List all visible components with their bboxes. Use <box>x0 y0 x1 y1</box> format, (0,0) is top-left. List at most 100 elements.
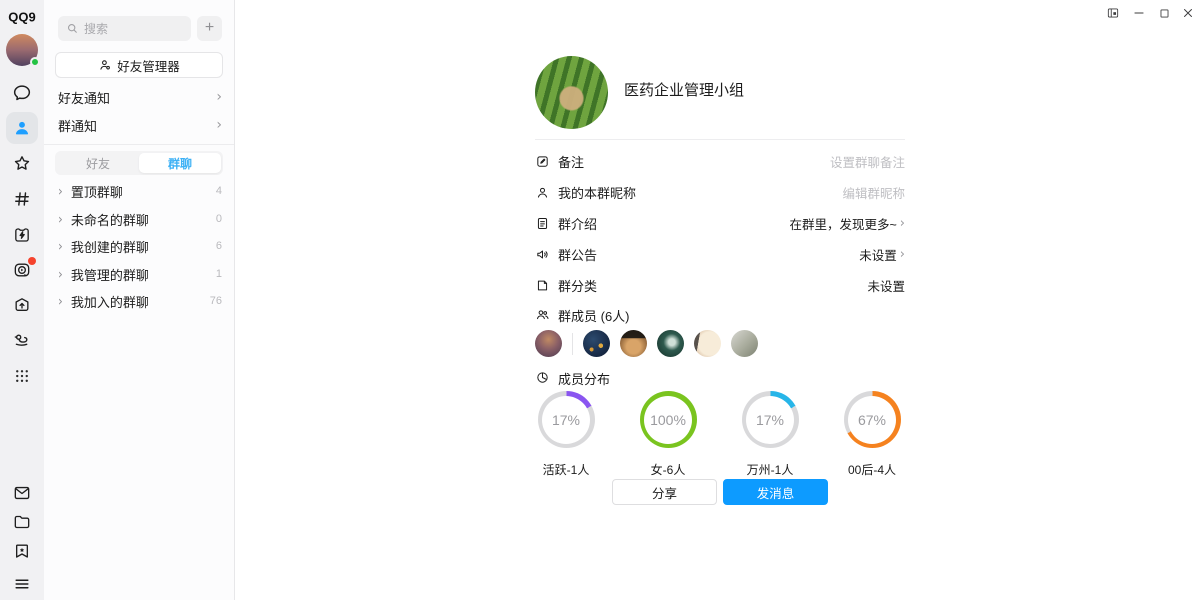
video-icon[interactable] <box>12 260 32 280</box>
donut-ring-gender: 100% <box>640 391 697 448</box>
group-category-label: 我创建的群聊 <box>71 237 149 256</box>
qq9-logo: QQ9 <box>8 10 35 25</box>
group-category-unnamed[interactable]: › 未命名的群聊 0 <box>58 205 222 233</box>
chevron-right-icon: › <box>900 247 905 262</box>
member-avatar[interactable] <box>535 330 562 357</box>
member-avatar[interactable] <box>731 330 758 357</box>
distribution-cell-gender: 100% 女-6人 <box>617 391 719 478</box>
distribution-cell-active: 17% 活跃-1人 <box>515 391 617 478</box>
edit-icon <box>535 154 550 169</box>
group-category-count: 6 <box>216 240 222 252</box>
row-intro[interactable]: 群介绍 在群里，发现更多~› <box>535 208 905 239</box>
action-buttons: 分享 发消息 <box>612 479 828 505</box>
close-icon[interactable] <box>1178 3 1198 23</box>
member-avatar[interactable] <box>694 330 721 357</box>
contacts-icon[interactable] <box>6 112 38 144</box>
member-avatar[interactable] <box>657 330 684 357</box>
goose-icon[interactable] <box>12 330 33 351</box>
member-avatar[interactable] <box>620 330 647 357</box>
chevron-right-icon: › <box>216 89 222 105</box>
row-value: 未设置 <box>859 245 897 264</box>
group-category-created[interactable]: › 我创建的群聊 6 <box>58 232 222 260</box>
search-input[interactable]: 搜索 <box>58 16 191 41</box>
members-section-label[interactable]: 群成员 (6人) <box>535 306 630 325</box>
search-placeholder: 搜索 <box>84 20 108 37</box>
chevron-right-icon: › <box>216 117 222 133</box>
favorites-bookmark-icon[interactable] <box>12 541 32 561</box>
share-button[interactable]: 分享 <box>612 479 717 505</box>
distribution-section-label: 成员分布 <box>535 369 610 388</box>
contacts-panel: 搜索 + 好友管理器 好友通知 › 群通知 › 好友 群聊 › 置顶群聊 4 › <box>44 0 235 600</box>
pie-chart-icon <box>535 370 550 388</box>
notification-red-dot <box>28 257 36 265</box>
donut-percent: 100% <box>644 396 692 444</box>
divider <box>44 144 234 145</box>
document-icon <box>535 216 550 231</box>
expand-chevron-icon: › <box>58 183 63 198</box>
row-label: 群分类 <box>558 276 597 295</box>
channels-hash-icon[interactable] <box>12 189 32 209</box>
group-category-managed[interactable]: › 我管理的群聊 1 <box>58 260 222 288</box>
send-message-button[interactable]: 发消息 <box>723 479 828 505</box>
donut-label: 00后-4人 <box>848 461 896 478</box>
friend-notice-row[interactable]: 好友通知 › <box>58 84 222 110</box>
online-status-dot <box>30 57 40 67</box>
donut-ring-age: 67% <box>844 391 901 448</box>
group-category-count: 76 <box>210 295 222 307</box>
expand-chevron-icon: › <box>58 238 63 253</box>
donut-ring-region: 17% <box>742 391 799 448</box>
tab-groups[interactable]: 群聊 <box>139 153 221 173</box>
divider <box>535 139 905 140</box>
donut-percent: 17% <box>542 396 590 444</box>
group-avatar[interactable] <box>535 56 608 129</box>
mini-panel-icon[interactable] <box>1103 3 1123 23</box>
member-avatar-strip <box>535 330 758 357</box>
row-category[interactable]: 群分类 未设置 <box>535 270 905 301</box>
group-category-label: 置顶群聊 <box>71 182 123 201</box>
person-icon <box>535 185 550 200</box>
menu-icon[interactable] <box>12 574 32 594</box>
distribution-label-text: 成员分布 <box>558 369 610 388</box>
group-category-label: 我管理的群聊 <box>71 265 149 284</box>
group-notice-label: 群通知 <box>58 116 97 135</box>
group-profile-pane: 医药企业管理小组 备注 设置群聊备注 我的本群昵称 编辑群昵称 群介绍 在群里，… <box>235 0 1200 600</box>
group-category-label: 未命名的群聊 <box>71 210 149 229</box>
donut-ring-active: 17% <box>538 391 595 448</box>
member-avatar[interactable] <box>583 330 610 357</box>
expand-chevron-icon: › <box>58 266 63 281</box>
group-category-count: 1 <box>216 268 222 280</box>
profile-avatar[interactable] <box>6 34 38 66</box>
row-announcement[interactable]: 群公告 未设置› <box>535 239 905 270</box>
qzone-star-icon[interactable] <box>12 154 33 175</box>
donut-percent: 17% <box>746 396 794 444</box>
friend-manager-button[interactable]: 好友管理器 <box>55 52 223 78</box>
search-icon <box>66 22 79 35</box>
group-notice-row[interactable]: 群通知 › <box>58 112 222 138</box>
tab-friends[interactable]: 好友 <box>57 153 139 173</box>
donut-label: 活跃-1人 <box>543 461 590 478</box>
folder-icon[interactable] <box>12 512 32 532</box>
donut-label: 万州-1人 <box>747 461 794 478</box>
group-category-count: 4 <box>216 185 222 197</box>
apps-grid-icon[interactable] <box>13 367 32 386</box>
group-category-joined[interactable]: › 我加入的群聊 76 <box>58 287 222 315</box>
mail-icon[interactable] <box>12 483 32 503</box>
row-value: 编辑群昵称 <box>842 183 905 202</box>
row-label: 我的本群昵称 <box>558 183 636 202</box>
mini-world-icon[interactable] <box>12 295 32 315</box>
row-nickname[interactable]: 我的本群昵称 编辑群昵称 <box>535 177 905 208</box>
group-name: 医药企业管理小组 <box>624 79 744 100</box>
qq-app-window: QQ9 <box>0 0 1200 600</box>
game-center-icon[interactable] <box>12 225 32 245</box>
category-icon <box>535 278 550 293</box>
chat-icon[interactable] <box>12 83 33 104</box>
row-label: 备注 <box>558 152 584 171</box>
group-category-pinned[interactable]: › 置顶群聊 4 <box>58 177 222 205</box>
distribution-cell-region: 17% 万州-1人 <box>719 391 821 478</box>
row-value: 设置群聊备注 <box>830 152 905 171</box>
minimize-icon[interactable] <box>1129 3 1149 23</box>
maximize-icon[interactable] <box>1154 3 1174 23</box>
row-remark[interactable]: 备注 设置群聊备注 <box>535 146 905 177</box>
distribution-cell-age: 67% 00后-4人 <box>821 391 923 478</box>
add-button[interactable]: + <box>197 16 222 41</box>
